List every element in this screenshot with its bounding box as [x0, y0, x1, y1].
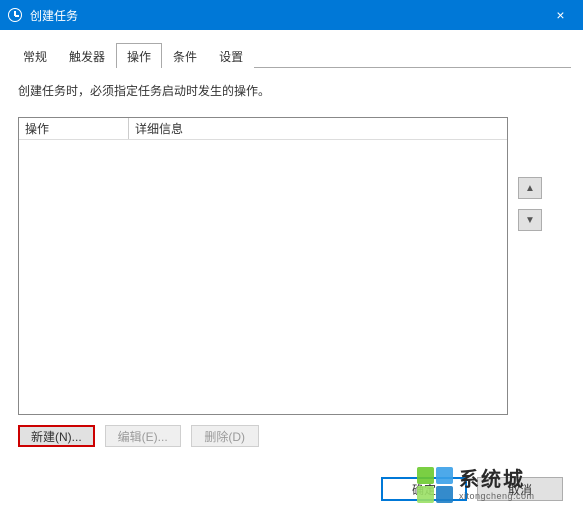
tab-actions[interactable]: 操作 [116, 43, 162, 68]
window-title: 创建任务 [30, 7, 78, 24]
tab-settings[interactable]: 设置 [208, 43, 254, 68]
tab-triggers[interactable]: 触发器 [58, 43, 116, 68]
close-button[interactable]: × [538, 0, 583, 30]
list-header: 操作 详细信息 [19, 118, 507, 140]
tab-general[interactable]: 常规 [12, 43, 58, 68]
new-button[interactable]: 新建(N)... [18, 425, 95, 447]
clock-icon [8, 8, 22, 22]
cancel-button[interactable]: 取消 [477, 477, 563, 501]
delete-button: 删除(D) [191, 425, 259, 447]
tab-strip: 常规 触发器 操作 条件 设置 [12, 42, 571, 68]
content-area: 创建任务时，必须指定任务启动时发生的操作。 操作 详细信息 ▲ ▼ [0, 68, 583, 415]
tab-label: 条件 [173, 50, 197, 64]
main-area: 操作 详细信息 ▲ ▼ [18, 117, 565, 415]
tab-label: 常规 [23, 50, 47, 64]
reorder-buttons: ▲ ▼ [518, 177, 542, 231]
tab-conditions[interactable]: 条件 [162, 43, 208, 68]
button-label: 确定 [412, 481, 436, 498]
column-details[interactable]: 详细信息 [129, 118, 507, 139]
button-label: 取消 [508, 481, 532, 498]
move-up-button[interactable]: ▲ [518, 177, 542, 199]
button-label: 新建(N)... [31, 428, 82, 445]
titlebar: 创建任务 × [0, 0, 583, 30]
chevron-down-icon: ▼ [525, 215, 535, 226]
button-label: 删除(D) [204, 428, 245, 445]
edit-button: 编辑(E)... [105, 425, 181, 447]
ok-button[interactable]: 确定 [381, 477, 467, 501]
tab-label: 操作 [127, 50, 151, 64]
action-buttons-row: 新建(N)... 编辑(E)... 删除(D) [0, 425, 583, 447]
close-icon: × [556, 7, 564, 23]
column-action[interactable]: 操作 [19, 118, 129, 139]
chevron-up-icon: ▲ [525, 183, 535, 194]
tab-label: 设置 [219, 50, 243, 64]
move-down-button[interactable]: ▼ [518, 209, 542, 231]
button-label: 编辑(E)... [118, 428, 168, 445]
description-text: 创建任务时，必须指定任务启动时发生的操作。 [18, 82, 565, 99]
actions-list[interactable]: 操作 详细信息 [18, 117, 508, 415]
tab-label: 触发器 [69, 50, 105, 64]
dialog-footer: 确定 取消 [381, 477, 583, 501]
